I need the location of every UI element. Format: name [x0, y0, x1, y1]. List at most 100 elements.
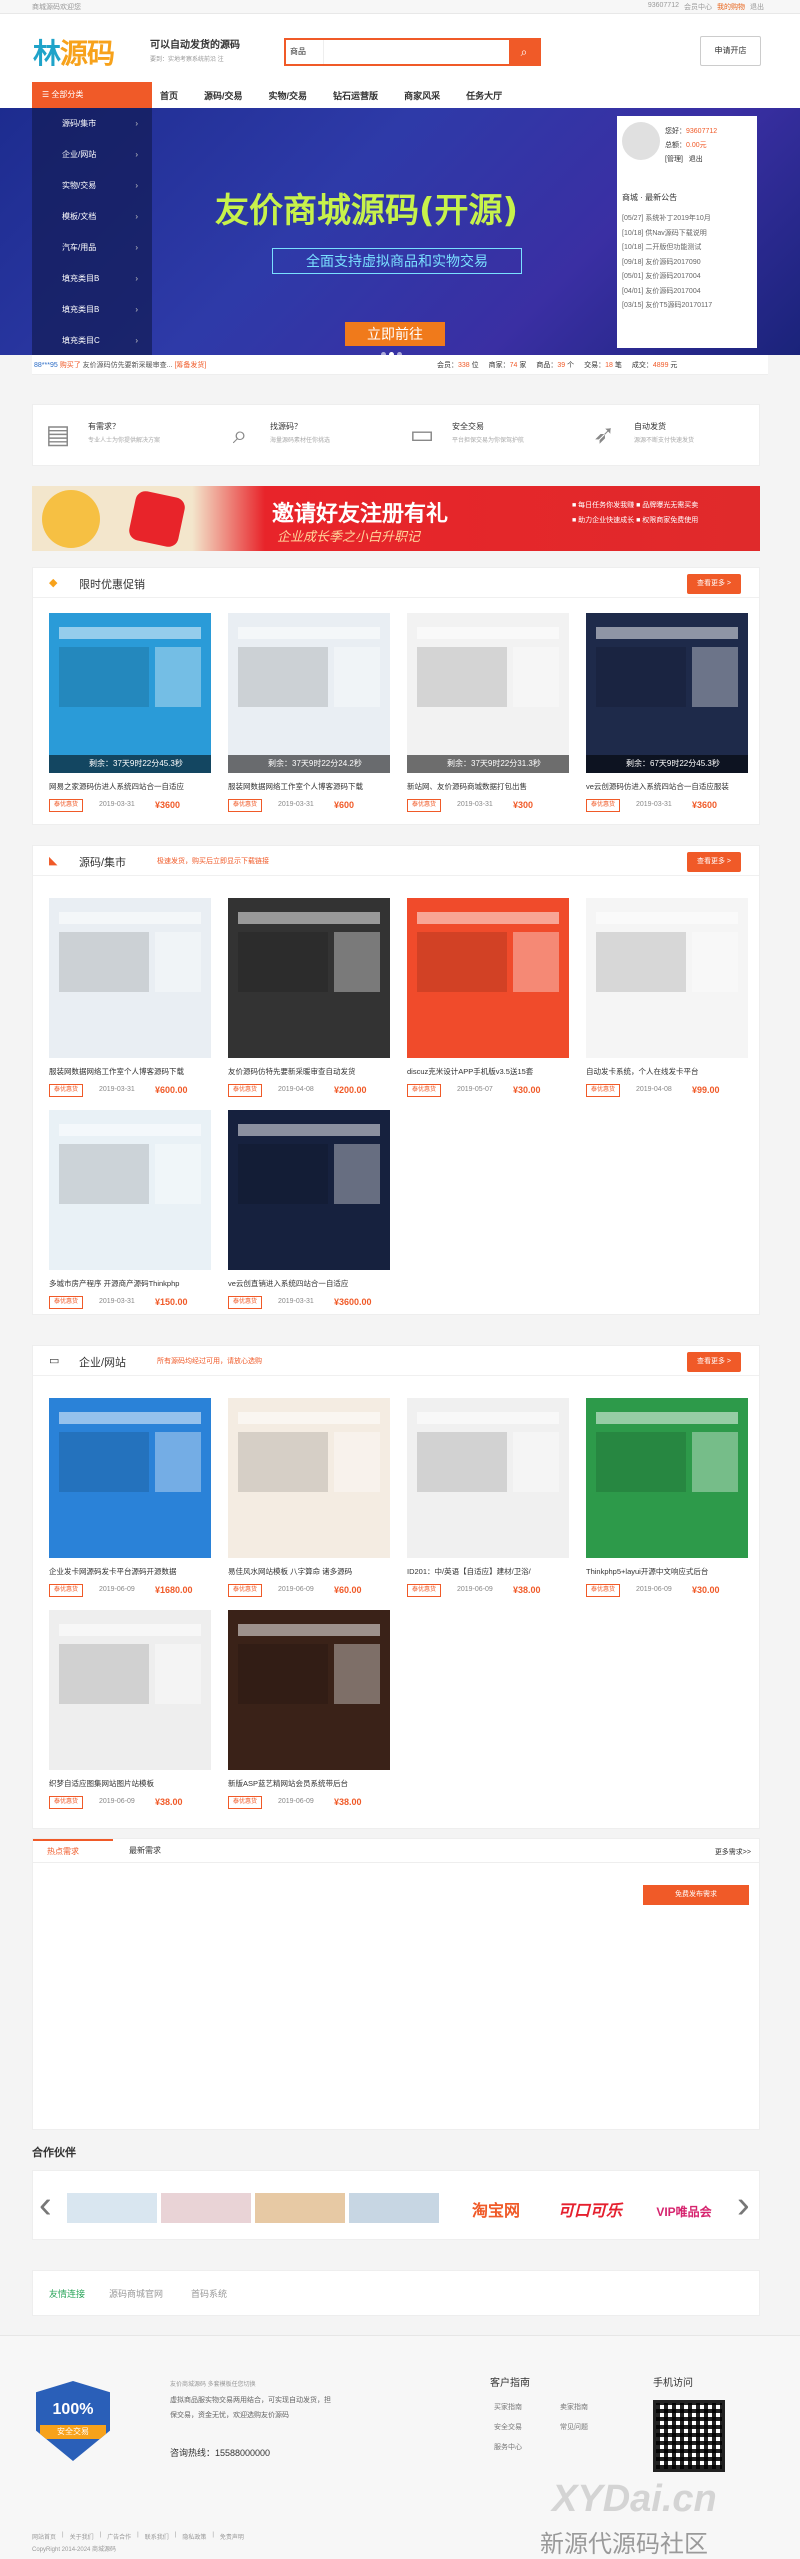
- more-demand-link[interactable]: 更多需求>>: [715, 1847, 751, 1857]
- product-image[interactable]: [407, 1398, 569, 1558]
- product-name[interactable]: ve云创直销进入系统四站合一自适应: [228, 1278, 390, 1289]
- notice-item[interactable]: [10/18] 二开版但功能测试: [622, 241, 752, 256]
- nav-merchants[interactable]: 商家风采: [404, 89, 440, 102]
- product-card[interactable]: 易佳风水网站模板 八字算命 诸多源码 泰优惠货 2019-06-09 ¥60.00: [228, 1398, 390, 1613]
- product-name[interactable]: 友价源码仿特先要新采暖审查自动发货: [228, 1066, 390, 1077]
- product-card[interactable]: ve云创直销进入系统四站合一自适应 泰优惠货 2019-03-31 ¥3600.00: [228, 1110, 390, 1325]
- tab-hot-demand[interactable]: 热点需求: [33, 1839, 113, 1863]
- product-card[interactable]: 多城市房产程序 开源商产源码Thinkphp 泰优惠货 2019-03-31 ¥150…: [49, 1110, 211, 1325]
- product-card[interactable]: 服装网数据网络工作室个人博客源码下载 泰优惠货 2019-03-31 ¥600.00: [49, 898, 211, 1113]
- side-cat-item[interactable]: 填充类目B: [32, 263, 152, 294]
- notice-item[interactable]: [03/15] 友价T5源码20170117: [622, 299, 752, 314]
- product-image[interactable]: 剩余：67天9时22分45.3秒: [586, 613, 748, 773]
- avatar[interactable]: [622, 122, 660, 160]
- ticker-message[interactable]: 88***95 购买了 友价源码仿先要新采暖审查... [筹备发货]: [34, 360, 206, 370]
- side-cat-item[interactable]: 企业/网站: [32, 139, 152, 170]
- product-image[interactable]: [228, 1610, 390, 1770]
- product-name[interactable]: 新站网、友价源码商城数据打包出售: [407, 781, 569, 792]
- product-card[interactable]: 企业发卡网源码发卡平台源码开源数据 泰优惠货 2019-06-09 ¥1680.00: [49, 1398, 211, 1613]
- guide-link[interactable]: 卖家指南: [560, 2402, 588, 2412]
- all-categories-button[interactable]: ☰ 全部分类: [32, 82, 152, 108]
- top-link-orders[interactable]: 我的购物: [717, 2, 745, 12]
- product-image[interactable]: 剩余：37天9时22分45.3秒: [49, 613, 211, 773]
- partner-logo[interactable]: [161, 2193, 251, 2223]
- product-name[interactable]: discuz克米设计APP手机版v3.5送15套: [407, 1066, 569, 1077]
- banner-go-button[interactable]: 立即前往: [345, 322, 445, 346]
- product-name[interactable]: 网易之家源码仿进人系统四站合一自适应: [49, 781, 211, 792]
- product-name[interactable]: ID201：中/英语【自适应】建材/卫浴/: [407, 1566, 569, 1577]
- product-image[interactable]: [49, 1398, 211, 1558]
- product-image[interactable]: [228, 1398, 390, 1558]
- product-card[interactable]: 剩余：37天9时22分24.2秒 服装网数据网络工作室个人博客源码下载 泰优惠货 20…: [228, 613, 390, 828]
- publish-demand-button[interactable]: 免费发布需求: [643, 1885, 749, 1905]
- more-button[interactable]: 查看更多 >: [686, 852, 741, 872]
- guide-link[interactable]: 买家指南: [494, 2402, 522, 2412]
- site-logo[interactable]: 林源码: [33, 32, 115, 72]
- search-input[interactable]: [326, 42, 496, 62]
- side-cat-item[interactable]: 汽车/用品: [32, 232, 152, 263]
- nav-diamond[interactable]: 钻石运营版: [333, 89, 378, 102]
- chevron-right-icon[interactable]: ›: [737, 2183, 750, 2227]
- product-image[interactable]: [228, 898, 390, 1058]
- partner-logo[interactable]: [349, 2193, 439, 2223]
- side-cat-item[interactable]: 实物/交易: [32, 170, 152, 201]
- manage-link[interactable]: [管理]: [665, 156, 683, 163]
- product-card[interactable]: 剩余：67天9时22分45.3秒 ve云创源码仿进入系统四站合一自适应服装 泰优惠货…: [586, 613, 748, 828]
- product-card[interactable]: ID201：中/英语【自适应】建材/卫浴/泰优惠货 2019-06-09 ¥38.0…: [407, 1398, 569, 1613]
- product-name[interactable]: 服装网数据网络工作室个人博客源码下载: [228, 781, 390, 792]
- product-image[interactable]: [228, 1110, 390, 1270]
- partner-logo[interactable]: [67, 2193, 157, 2223]
- product-card[interactable]: 剩余：37天9时22分45.3秒 网易之家源码仿进人系统四站合一自适应 泰优惠货 20…: [49, 613, 211, 828]
- product-name[interactable]: 易佳风水网站模板 八字算命 诸多源码: [228, 1566, 390, 1577]
- feature-item[interactable]: ▤ 有需求？ 专业人士为你提供解决方案: [33, 415, 213, 457]
- invite-ad-banner[interactable]: 邀请好友注册有礼 企业成长季之小白升职记 ■ 每日任务你发我赚 ■ 品牌曝光无需…: [32, 486, 760, 551]
- hero-banner[interactable]: 源码/集市 企业/网站 实物/交易 模板/文档 汽车/用品 填充类目B 填充类目…: [0, 108, 800, 357]
- product-name[interactable]: ve云创源码仿进入系统四站合一自适应服装: [586, 781, 748, 792]
- product-image[interactable]: [586, 1398, 748, 1558]
- partner-logo[interactable]: 可口可乐: [545, 2195, 635, 2229]
- product-card[interactable]: 织梦自适应图集网站图片站模板 泰优惠货 2019-06-09 ¥38.00: [49, 1610, 211, 1825]
- notice-item[interactable]: [04/01] 友价源码2017004: [622, 285, 752, 300]
- product-card[interactable]: 友价源码仿特先要新采暖审查自动发货 泰优惠货 2019-04-08 ¥200.00: [228, 898, 390, 1113]
- guide-link[interactable]: 服务中心: [494, 2442, 522, 2452]
- feature-item[interactable]: ⌕ 找源码？ 海量源码素材任你挑选: [215, 415, 395, 457]
- top-link-logout[interactable]: 退出: [750, 2, 764, 12]
- search-category-select[interactable]: 商品: [286, 40, 324, 64]
- product-image[interactable]: [49, 1610, 211, 1770]
- more-button[interactable]: 查看更多 >: [686, 574, 741, 594]
- side-cat-item[interactable]: 模板/文档: [32, 201, 152, 232]
- footer-link[interactable]: 隐私政策: [182, 2532, 206, 2541]
- notice-item[interactable]: [10/18] 供Nav源码下载说明: [622, 227, 752, 242]
- product-card[interactable]: Thinkphp5+layui开源中文响应式后台 泰优惠货 2019-06-09 ¥3…: [586, 1398, 748, 1613]
- nav-goods-trade[interactable]: 实物/交易: [269, 89, 308, 102]
- feature-item[interactable]: ➶ 自动发货 源源不断支付快速发货: [579, 415, 759, 457]
- product-name[interactable]: Thinkphp5+layui开源中文响应式后台: [586, 1566, 748, 1577]
- footer-link[interactable]: 联系我们: [145, 2532, 169, 2541]
- footer-link[interactable]: 关于我们: [70, 2532, 94, 2541]
- nav-code-trade[interactable]: 源码/交易: [204, 89, 243, 102]
- product-card[interactable]: discuz克米设计APP手机版v3.5送15套 泰优惠货 2019-05-07 ¥3…: [407, 898, 569, 1113]
- product-name[interactable]: 服装网数据网络工作室个人博客源码下载: [49, 1066, 211, 1077]
- product-name[interactable]: 新版ASP蓝艺精网站会员系统带后台: [228, 1778, 390, 1789]
- top-user-id[interactable]: 93607712: [648, 2, 679, 12]
- friend-link[interactable]: 源码商城官网: [109, 2287, 163, 2300]
- side-cat-item[interactable]: 源码/集市: [32, 108, 152, 139]
- guide-link[interactable]: 安全交易: [494, 2422, 522, 2432]
- chevron-left-icon[interactable]: ‹: [39, 2183, 52, 2227]
- friend-link[interactable]: 首码系统: [191, 2287, 227, 2300]
- guide-link[interactable]: 常见问题: [560, 2422, 588, 2432]
- footer-link[interactable]: 网站首页: [32, 2532, 56, 2541]
- product-card[interactable]: 自动发卡系统，个人在线发卡平台 泰优惠货 2019-04-08 ¥99.00: [586, 898, 748, 1113]
- product-image[interactable]: [49, 898, 211, 1058]
- notice-item[interactable]: [05/27] 系统补丁2019年10月: [622, 212, 752, 227]
- product-image[interactable]: 剩余：37天9时22分24.2秒: [228, 613, 390, 773]
- side-cat-item[interactable]: 填充类目B: [32, 294, 152, 325]
- partner-logo[interactable]: VIP唯品会: [639, 2195, 729, 2229]
- nav-home[interactable]: 首页: [160, 89, 178, 102]
- partner-logo[interactable]: 淘宝网: [451, 2195, 541, 2229]
- nav-tasks[interactable]: 任务大厅: [466, 89, 502, 102]
- tab-new-demand[interactable]: 最新需求: [129, 1845, 161, 1856]
- feature-item[interactable]: ▭ 安全交易 平台担保交易为你保驾护航: [397, 415, 577, 457]
- side-cat-item[interactable]: 填充类目C: [32, 325, 152, 356]
- product-name[interactable]: 织梦自适应图集网站图片站模板: [49, 1778, 211, 1789]
